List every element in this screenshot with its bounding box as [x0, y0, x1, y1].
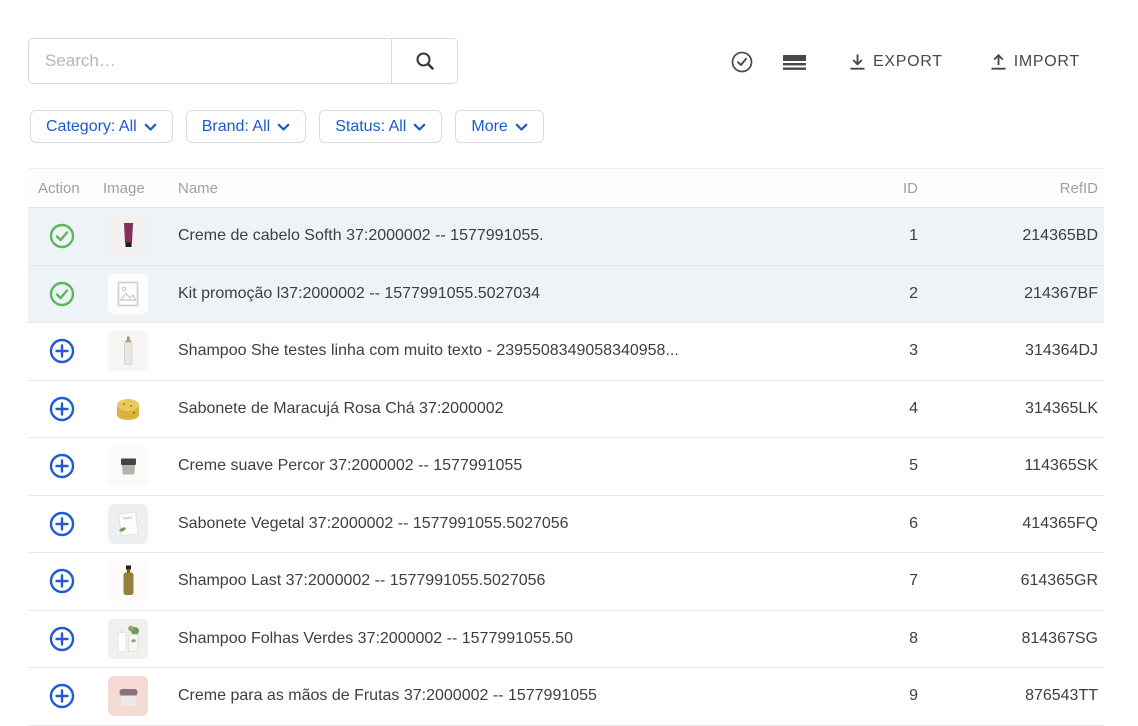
column-header-id: ID: [850, 180, 918, 197]
product-refid: 814367SG: [918, 630, 1104, 648]
filter-chip-status[interactable]: Status: All: [319, 110, 442, 143]
placeholder-thumbnail: [108, 274, 148, 314]
product-refid: 114365SK: [918, 457, 1104, 475]
product-id: 8: [850, 630, 918, 648]
check-circle-icon: [730, 50, 754, 74]
product-refid: 614365GR: [918, 572, 1104, 590]
import-label: IMPORT: [1014, 53, 1080, 71]
product-id: 1: [850, 227, 918, 245]
product-name: Shampoo Last 37:2000002 -- 1577991055.50…: [160, 572, 850, 590]
product-id: 7: [850, 572, 918, 590]
amber-bottle-thumbnail: [108, 561, 148, 601]
table-body: Creme de cabelo Softh 37:2000002 -- 1577…: [28, 208, 1104, 726]
search-bar: [28, 38, 458, 84]
import-button[interactable]: IMPORT: [990, 53, 1080, 71]
add-action-button[interactable]: [49, 453, 75, 479]
product-id: 4: [850, 400, 918, 418]
product-name: Sabonete Vegetal 37:2000002 -- 157799105…: [160, 515, 850, 533]
product-refid: 214365BD: [918, 227, 1104, 245]
product-name: Creme suave Percor 37:2000002 -- 1577991…: [160, 457, 850, 475]
products-table: Action Image Name ID RefID Creme de cabe…: [28, 168, 1104, 726]
download-icon: [849, 53, 866, 71]
search-input[interactable]: [29, 39, 391, 83]
filter-chip-label: Status: All: [335, 118, 406, 136]
yellow-soap-thumbnail: [108, 389, 148, 429]
add-action-button[interactable]: [49, 338, 75, 364]
list-density-button[interactable]: [783, 52, 806, 72]
table-row: Kit promoção l37:2000002 -- 1577991055.5…: [28, 266, 1104, 324]
filter-chip-category[interactable]: Category: All: [30, 110, 173, 143]
chevron-down-icon: [144, 121, 157, 132]
product-id: 9: [850, 687, 918, 705]
product-refid: 876543TT: [918, 687, 1104, 705]
filter-chip-more[interactable]: More: [455, 110, 543, 143]
add-action-button[interactable]: [49, 396, 75, 422]
product-id: 5: [850, 457, 918, 475]
chevron-down-icon: [413, 121, 426, 132]
column-header-name: Name: [160, 180, 850, 197]
chevron-down-icon: [515, 121, 528, 132]
export-button[interactable]: EXPORT: [849, 53, 943, 71]
table-header-row: Action Image Name ID RefID: [28, 168, 1104, 208]
product-refid: 314365LK: [918, 400, 1104, 418]
white-soap-thumbnail: [108, 504, 148, 544]
table-row: Sabonete de Maracujá Rosa Chá 37:2000002…: [28, 381, 1104, 439]
list-density-icon: [783, 52, 806, 72]
filter-chip-label: Brand: All: [202, 118, 270, 136]
upload-icon: [990, 53, 1007, 71]
product-name: Shampoo She testes linha com muito texto…: [160, 342, 850, 360]
search-button[interactable]: [391, 39, 457, 83]
column-header-action: Action: [28, 180, 95, 197]
export-label: EXPORT: [873, 53, 943, 71]
add-action-button[interactable]: [49, 568, 75, 594]
product-name: Kit promoção l37:2000002 -- 1577991055.5…: [160, 285, 850, 303]
product-name: Shampoo Folhas Verdes 37:2000002 -- 1577…: [160, 630, 850, 648]
bottles-plant-thumbnail: [108, 619, 148, 659]
add-action-button[interactable]: [49, 626, 75, 652]
product-refid: 214367BF: [918, 285, 1104, 303]
filter-bar: Category: All Brand: All Status: All Mor…: [30, 110, 544, 143]
table-row: Shampoo Last 37:2000002 -- 1577991055.50…: [28, 553, 1104, 611]
column-header-refid: RefID: [918, 180, 1104, 197]
table-row: Sabonete Vegetal 37:2000002 -- 157799105…: [28, 496, 1104, 554]
magnifier-icon: [414, 50, 436, 72]
table-row: Shampoo She testes linha com muito texto…: [28, 323, 1104, 381]
product-id: 2: [850, 285, 918, 303]
product-id: 6: [850, 515, 918, 533]
check-circle-button[interactable]: [730, 50, 754, 74]
filter-chip-brand[interactable]: Brand: All: [186, 110, 306, 143]
product-refid: 314364DJ: [918, 342, 1104, 360]
add-action-button[interactable]: [49, 683, 75, 709]
table-row: Creme para as mãos de Frutas 37:2000002 …: [28, 668, 1104, 726]
pump-bottle-thumbnail: [108, 331, 148, 371]
filter-chip-label: Category: All: [46, 118, 137, 136]
product-id: 3: [850, 342, 918, 360]
column-header-image: Image: [95, 180, 160, 197]
table-row: Creme de cabelo Softh 37:2000002 -- 1577…: [28, 208, 1104, 266]
toolbar: EXPORT IMPORT: [730, 49, 1080, 75]
product-name: Sabonete de Maracujá Rosa Chá 37:2000002: [160, 400, 850, 418]
product-refid: 414365FQ: [918, 515, 1104, 533]
table-row: Shampoo Folhas Verdes 37:2000002 -- 1577…: [28, 611, 1104, 669]
filter-chip-label: More: [471, 118, 507, 136]
chevron-down-icon: [277, 121, 290, 132]
product-name: Creme para as mãos de Frutas 37:2000002 …: [160, 687, 850, 705]
table-row: Creme suave Percor 37:2000002 -- 1577991…: [28, 438, 1104, 496]
add-action-button[interactable]: [49, 511, 75, 537]
dark-jar-thumbnail: [108, 446, 148, 486]
pink-jar-thumbnail: [108, 676, 148, 716]
product-name: Creme de cabelo Softh 37:2000002 -- 1577…: [160, 227, 850, 245]
check-action-button[interactable]: [49, 223, 75, 249]
check-action-button[interactable]: [49, 281, 75, 307]
purple-tube-thumbnail: [108, 216, 148, 256]
